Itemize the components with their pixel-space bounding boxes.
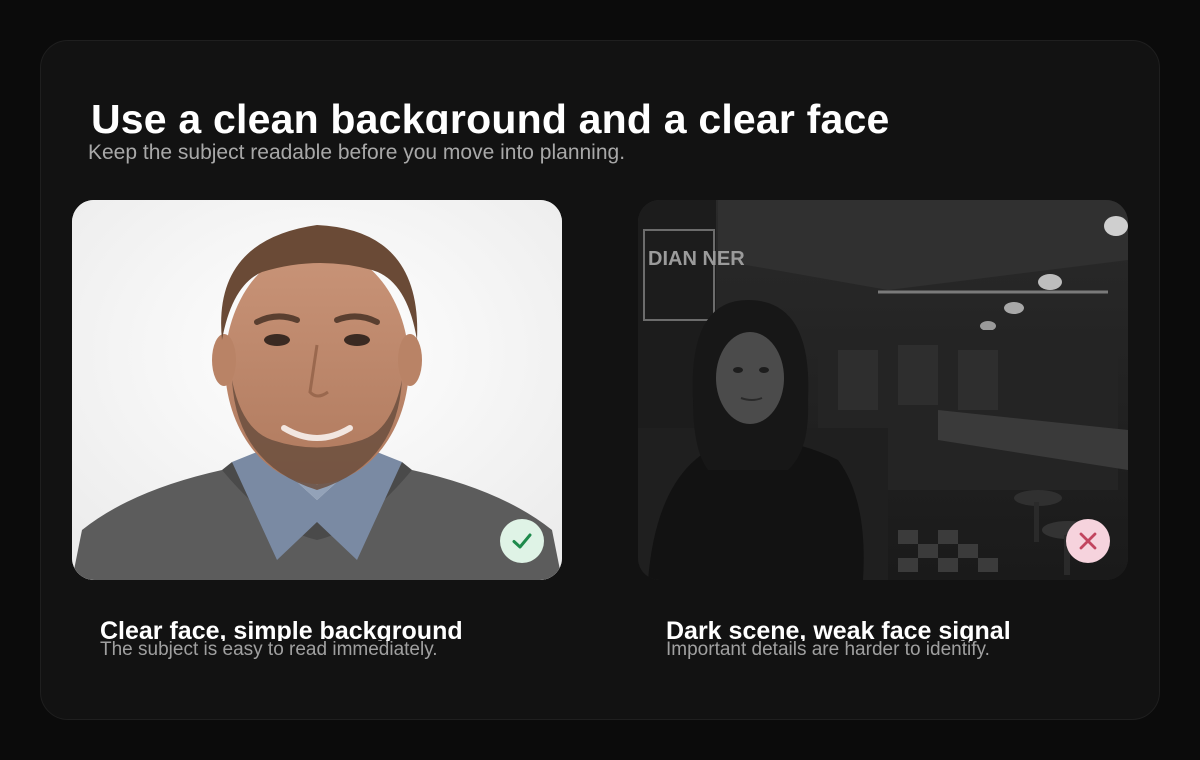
neon-sign-text-1: DIAN NER (648, 248, 745, 270)
good-example-description: The subject is easy to read immediately. (100, 639, 438, 660)
cross-icon (1079, 532, 1097, 550)
bad-example-image: DIAN NER (638, 200, 1128, 580)
bad-example-description: Important details are harder to identify… (666, 639, 990, 660)
good-example-image (72, 200, 562, 580)
rejected-badge (1066, 519, 1110, 563)
page-title: Use a clean background and a clear face (91, 96, 890, 134)
bad-example-title: Dark scene, weak face signal (666, 617, 1011, 641)
good-example-title: Clear face, simple background (100, 617, 463, 641)
page-subtitle: Keep the subject readable before you mov… (88, 141, 626, 164)
checkmark-icon (512, 533, 532, 549)
approved-badge (500, 519, 544, 563)
